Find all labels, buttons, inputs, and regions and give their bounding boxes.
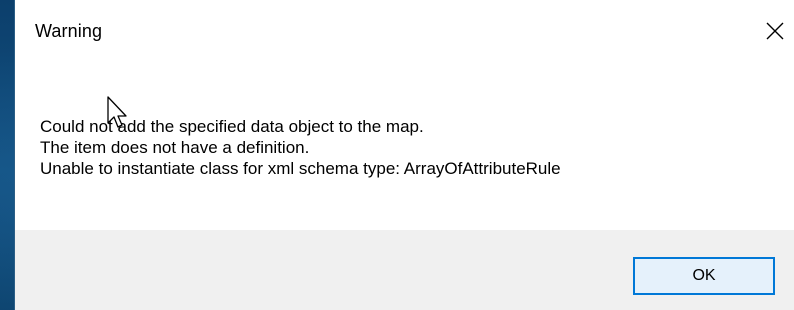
mouse-pointer-icon bbox=[107, 96, 127, 128]
dialog-footer: OK bbox=[15, 230, 794, 310]
dialog-content: Could not add the specified data object … bbox=[15, 70, 794, 230]
title-bar: Warning bbox=[15, 0, 794, 70]
ok-button[interactable]: OK bbox=[633, 257, 775, 295]
dialog-title: Warning bbox=[35, 21, 103, 41]
close-button[interactable] bbox=[756, 10, 794, 52]
message-line-3: Unable to instantiate class for xml sche… bbox=[40, 159, 561, 178]
message-line-2: The item does not have a definition. bbox=[40, 138, 310, 157]
close-icon bbox=[766, 22, 784, 40]
warning-dialog: Warning Could not add the specified data… bbox=[14, 0, 794, 310]
